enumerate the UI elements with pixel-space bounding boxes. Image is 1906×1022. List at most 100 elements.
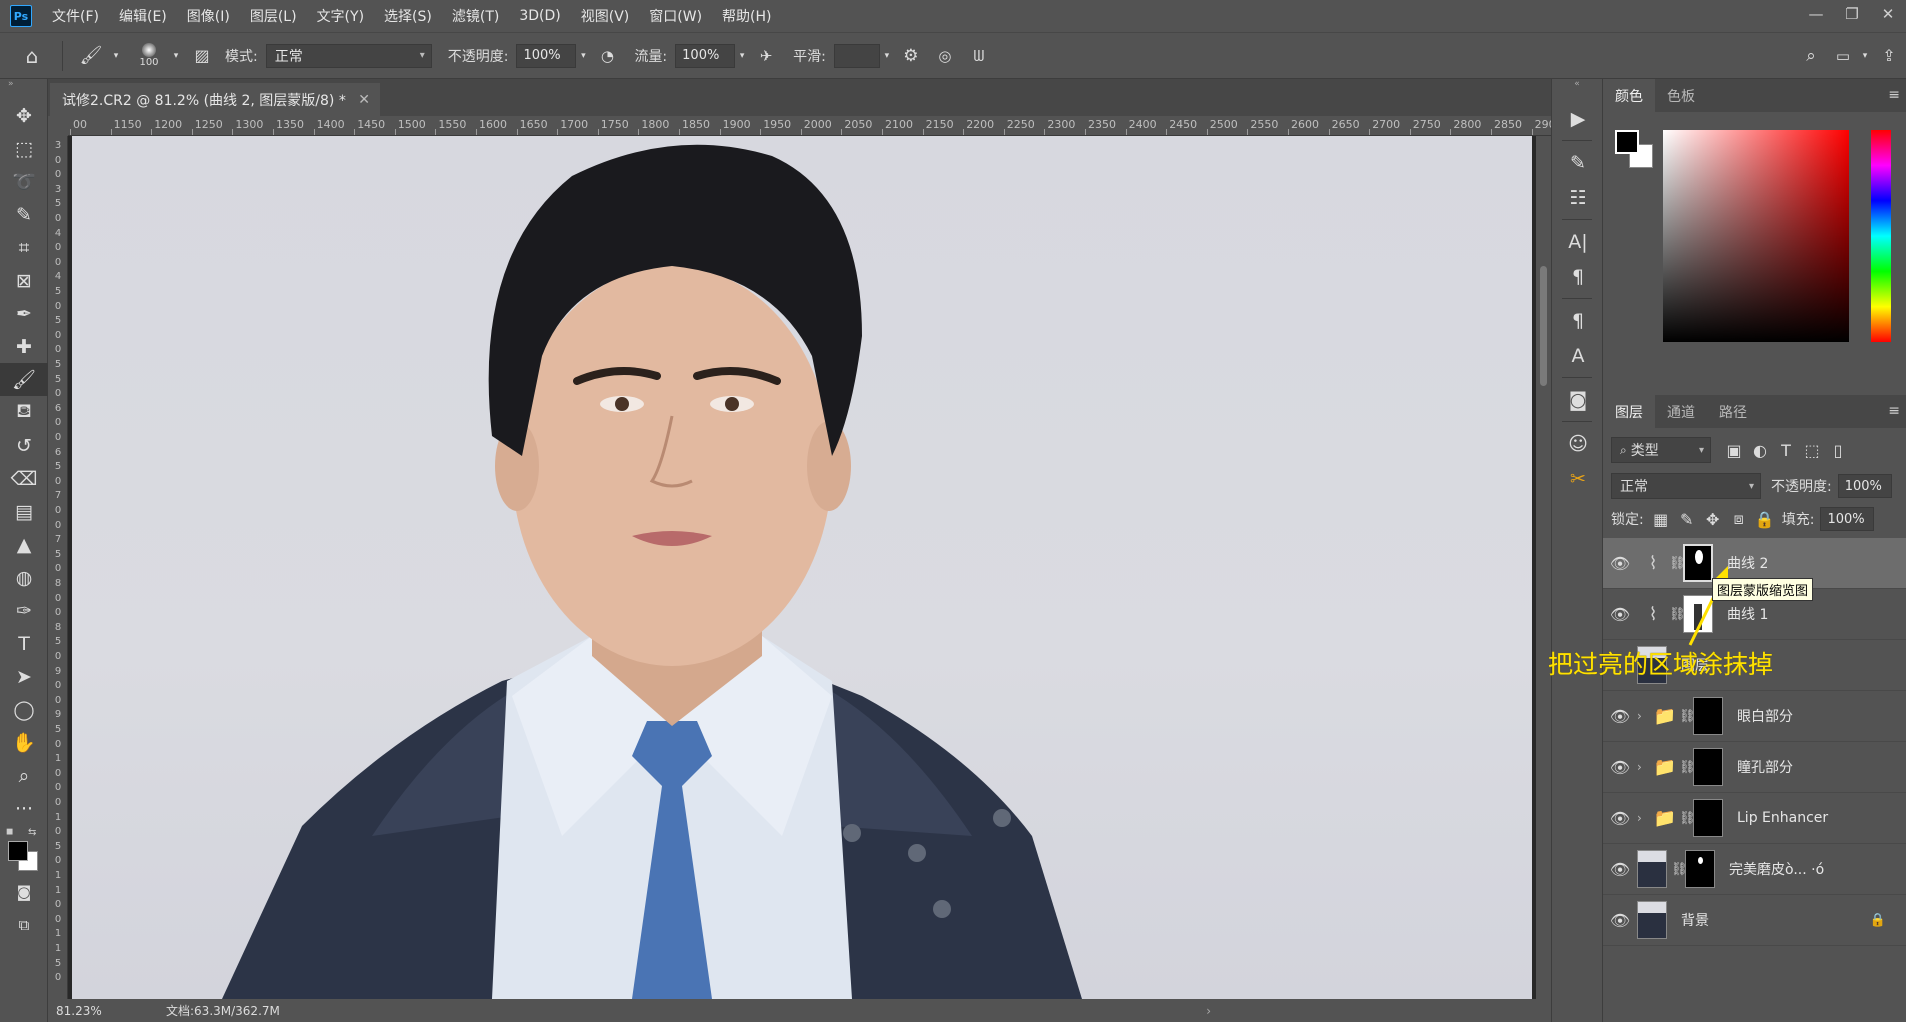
default-colors-icon[interactable]: ◼ [6, 827, 13, 837]
layer-row-skin-retouch[interactable]: 👁 ⛓ 完美磨皮ò... ·ó [1603, 844, 1906, 895]
menu-help[interactable]: 帮助(H) [722, 6, 771, 26]
link-chain-icon[interactable]: ⛓ [1679, 760, 1696, 775]
link-chain-icon[interactable]: ⛓ [1679, 811, 1696, 826]
dodge-tool-icon[interactable]: ◍ [0, 561, 48, 594]
chevron-right-icon[interactable]: › [1637, 709, 1651, 723]
type-tool-icon[interactable]: T [0, 627, 48, 660]
panel-menu-icon[interactable]: ≡ [1888, 403, 1900, 419]
tab-channels[interactable]: 通道 [1655, 395, 1707, 428]
tab-layers[interactable]: 图层 [1603, 395, 1655, 428]
flow-input[interactable]: 100% [675, 43, 736, 68]
history-brush-tool-icon[interactable]: ↺ [0, 429, 48, 462]
chevron-down-icon[interactable]: ▾ [880, 51, 894, 61]
menu-edit[interactable]: 编辑(E) [119, 6, 167, 26]
menu-select[interactable]: 选择(S) [384, 6, 432, 26]
ellipse-tool-icon[interactable]: ◯ [0, 693, 48, 726]
layer-name[interactable]: 瞳孔部分 [1737, 757, 1793, 777]
layer-name[interactable]: 曲线 1 [1727, 604, 1768, 624]
layer-row-background[interactable]: 👁 背景 🔒 [1603, 895, 1906, 946]
collapse-icon[interactable]: » [0, 79, 47, 99]
brush-settings-icon[interactable]: ▨ [187, 46, 217, 65]
layer-thumbnail[interactable] [1637, 850, 1667, 888]
character-styles-icon[interactable]: A [1552, 338, 1604, 373]
quick-mask-icon[interactable]: ◙ [0, 875, 48, 908]
foreground-color-swatch[interactable] [1615, 130, 1639, 154]
close-icon[interactable]: ✕ [358, 92, 370, 108]
layer-name[interactable]: 完美磨皮ò... ·ó [1729, 859, 1824, 879]
canvas-area[interactable] [68, 136, 1536, 999]
pressure-opacity-icon[interactable]: ◔ [590, 47, 624, 65]
minimize-icon[interactable]: — [1798, 0, 1834, 28]
layer-name[interactable]: Lip Enhancer [1737, 810, 1828, 826]
link-chain-icon[interactable]: ⛓ [1671, 862, 1688, 877]
screen-mode-icon[interactable]: ⧉ [0, 908, 48, 941]
layer-filter-dropdown[interactable]: ⌕ 类型 ▾ [1611, 437, 1711, 463]
move-tool-icon[interactable]: ✥ [0, 99, 48, 132]
visibility-eye-icon[interactable]: 👁 [1603, 605, 1637, 624]
tools-extension-icon[interactable]: ✂ [1552, 461, 1604, 496]
share-icon[interactable]: ⇪ [1872, 46, 1906, 65]
filter-smart-object-icon[interactable]: ▯ [1825, 437, 1851, 463]
lock-transparent-icon[interactable]: ▦ [1648, 506, 1674, 532]
hand-tool-icon[interactable]: ✋ [0, 726, 48, 759]
menu-window[interactable]: 窗口(W) [649, 6, 702, 26]
brush-panel-icon[interactable]: ✎ [1552, 145, 1604, 180]
chevron-down-icon[interactable]: ▾ [576, 51, 590, 61]
layer-row-group-eye-whites[interactable]: 👁 › 📁 ⛓ 眼白部分 [1603, 691, 1906, 742]
layer-name[interactable]: 眼白部分 [1737, 706, 1793, 726]
pressure-size-icon[interactable]: ◎ [928, 47, 962, 65]
fill-input[interactable]: 100% [1820, 507, 1875, 531]
zoom-tool-icon[interactable]: ⌕ [0, 759, 48, 792]
blur-tool-icon[interactable]: ▲ [0, 528, 48, 561]
filter-shape-icon[interactable]: ⬚ [1799, 437, 1825, 463]
panel-menu-icon[interactable]: ≡ [1888, 87, 1900, 103]
healing-brush-tool-icon[interactable]: ✚ [0, 330, 48, 363]
chevron-down-icon[interactable]: ▾ [169, 51, 183, 61]
blend-mode-dropdown[interactable]: 正常 ▾ [1611, 473, 1761, 499]
chevron-down-icon[interactable]: ▾ [735, 51, 749, 61]
layer-thumbnail[interactable] [1637, 901, 1667, 939]
layer-mask-thumbnail[interactable] [1685, 850, 1715, 888]
eraser-tool-icon[interactable]: ⌫ [0, 462, 48, 495]
layer-row-group-pupils[interactable]: 👁 › 📁 ⛓ 瞳孔部分 [1603, 742, 1906, 793]
color-picker-field[interactable] [1663, 130, 1849, 342]
layer-mask-thumbnail[interactable] [1693, 697, 1723, 735]
visibility-eye-icon[interactable]: 👁 [1603, 860, 1637, 879]
layer-name[interactable]: 背景 [1681, 910, 1709, 930]
home-icon[interactable]: ⌂ [12, 44, 52, 68]
restore-icon[interactable]: ❐ [1834, 0, 1870, 28]
gear-icon[interactable]: ⚙ [894, 46, 928, 66]
tab-paths[interactable]: 路径 [1707, 395, 1759, 428]
face-aware-icon[interactable]: ☺ [1552, 426, 1604, 461]
adjustments-icon[interactable]: ☷ [1552, 180, 1604, 215]
visibility-eye-icon[interactable]: 👁 [1603, 707, 1637, 726]
marquee-tool-icon[interactable]: ⬚ [0, 132, 48, 165]
eyedropper-tool-icon[interactable]: ✒ [0, 297, 48, 330]
layer-mask-thumbnail[interactable] [1683, 544, 1713, 582]
chevron-down-icon[interactable]: ▾ [109, 51, 123, 61]
more-tools-icon[interactable]: ··· [0, 792, 48, 825]
character-panel-icon[interactable]: A| [1552, 224, 1604, 259]
lock-icon[interactable]: 🔒 [1870, 913, 1886, 928]
symmetry-icon[interactable]: ᗯ [962, 47, 996, 65]
paragraph-styles-icon[interactable]: ¶ [1552, 303, 1604, 338]
lock-all-icon[interactable]: 🔒 [1752, 506, 1778, 532]
filter-type-icon[interactable]: T [1773, 437, 1799, 463]
collapse-icon[interactable]: « [1552, 79, 1602, 101]
menu-filter[interactable]: 滤镜(T) [452, 6, 499, 26]
vertical-scrollbar[interactable] [1536, 136, 1551, 999]
link-chain-icon[interactable]: ⛓ [1669, 556, 1686, 571]
lock-image-icon[interactable]: ✎ [1674, 506, 1700, 532]
link-chain-icon[interactable]: ⛓ [1669, 607, 1686, 622]
camera-icon[interactable]: ◙ [1552, 382, 1604, 417]
workspace-icon[interactable]: ▭ [1828, 47, 1858, 65]
frame-tool-icon[interactable]: ⊠ [0, 264, 48, 297]
tab-color[interactable]: 颜色 [1603, 79, 1655, 112]
smoothing-input[interactable] [833, 43, 880, 68]
opacity-input[interactable]: 100% [516, 43, 577, 68]
play-action-icon[interactable]: ▶ [1552, 101, 1604, 136]
menu-type[interactable]: 文字(Y) [317, 6, 364, 26]
tab-swatches[interactable]: 色板 [1655, 79, 1707, 112]
layer-mask-thumbnail[interactable] [1693, 748, 1723, 786]
path-select-tool-icon[interactable]: ➤ [0, 660, 48, 693]
